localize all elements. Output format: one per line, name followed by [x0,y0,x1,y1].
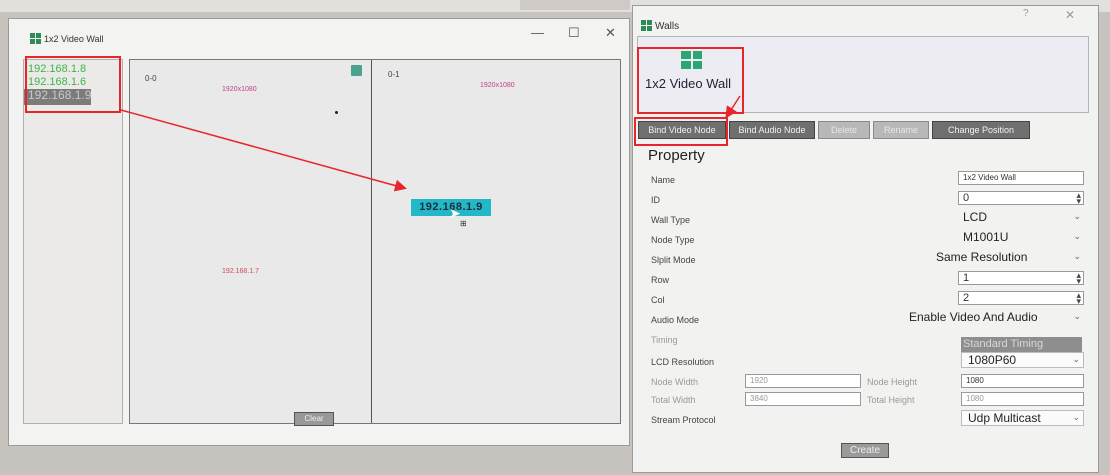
close-icon[interactable]: ✕ [605,25,616,41]
cell-id-label: 0-0 [145,74,157,83]
delete-button[interactable]: Delete [818,121,870,139]
name-label: Name [651,175,676,185]
close-icon[interactable]: ✕ [1065,8,1075,22]
total-width-label: Total Width [651,395,696,405]
property-heading: Property [648,147,705,164]
split-mode-label: Slplit Mode [651,255,696,265]
total-height-label: Total Height [867,395,915,405]
col-label: Col [651,295,665,305]
drag-copy-icon: ⊞ [460,219,467,228]
timing-label: Timing [651,335,678,345]
id-field[interactable]: 0 ▴ ▾ [958,191,1084,205]
audio-mode-value: Enable Video And Audio [909,310,1038,324]
annotation-rect-bind-button [634,117,728,146]
cursor-dot [335,111,338,114]
cell-divider [371,60,372,423]
desktop-bar [520,0,630,10]
app-grid-icon [30,33,41,44]
audio-mode-label: Audio Mode [651,315,700,325]
split-mode-select[interactable]: Same Resolution ⌄ [936,250,1084,266]
node-width-label: Node Width [651,377,699,387]
maximize-icon[interactable]: ☐ [568,25,580,41]
col-field[interactable]: 2 ▴ ▾ [958,291,1084,305]
annotation-rect-ip-list [25,56,121,113]
title-bar: 1x2 Video Wall — ☐ ✕ [9,19,629,53]
spinner-icon[interactable]: ▴ ▾ [1076,292,1081,304]
lcd-resolution-value: 1080P60 [968,353,1017,367]
wall-layout-canvas[interactable]: 0-0 1920x1080 192.168.1.7 0-1 1920x1080 … [129,59,621,424]
chevron-down-icon: ⌄ [1073,311,1081,321]
total-width-field: 3840 [745,392,861,406]
wall-type-value: LCD [963,210,988,224]
chevron-down-icon: ⌄ [1072,412,1080,422]
id-value: 0 [963,192,970,204]
chevron-down-icon: ⌄ [1073,251,1081,261]
lcd-resolution-select[interactable]: 1080P60 ⌄ [961,352,1084,368]
create-button[interactable]: Create [841,443,889,458]
minimize-icon[interactable]: — [531,25,544,40]
row-value: 1 [963,272,970,284]
id-label: ID [651,195,660,205]
node-height-field[interactable]: 1080 [961,374,1084,388]
split-mode-value: Same Resolution [936,250,1028,264]
lcd-resolution-label: LCD Resolution [651,357,715,367]
chevron-down-icon: ⌄ [1073,211,1081,221]
node-type-value: M1001U [963,230,1009,244]
chevron-down-icon: ⌄ [1073,231,1081,241]
name-field[interactable]: 1x2 Video Wall [958,171,1084,185]
clear-button[interactable]: Clear [294,412,334,426]
cursor-icon: ➤ [449,205,461,221]
wall-type-select[interactable]: LCD ⌄ [963,210,1084,226]
rename-button[interactable]: Rename [873,121,929,139]
node-width-field: 1920 [745,374,861,388]
row-field[interactable]: 1 ▴ ▾ [958,271,1084,285]
bind-audio-node-button[interactable]: Bind Audio Node [729,121,815,139]
cell-resolution-label: 1920x1080 [222,86,257,93]
stream-protocol-value: Udp Multicast [968,411,1041,425]
app-grid-icon [641,20,652,31]
stream-protocol-select[interactable]: Udp Multicast ⌄ [961,410,1084,426]
node-ip-list: 192.168.1.8 192.168.1.6 192.168.1.9 [23,59,123,424]
cell-resolution-label: 1920x1080 [480,82,515,89]
node-marker-icon [351,65,362,76]
window-title: Walls [655,21,680,32]
help-icon[interactable]: ? [1023,8,1029,19]
wall-type-label: Wall Type [651,215,691,225]
node-type-select[interactable]: M1001U ⌄ [963,230,1084,246]
node-height-label: Node Height [867,377,918,387]
spinner-icon[interactable]: ▴ ▾ [1076,192,1081,204]
chevron-down-icon: ⌄ [1072,354,1080,364]
annotation-rect-wall [637,47,744,114]
timing-select: Standard Timing [961,337,1082,352]
spinner-icon[interactable]: ▴ ▾ [1076,272,1081,284]
row-label: Row [651,275,670,285]
stream-protocol-label: Stream Protocol [651,415,716,425]
change-position-button[interactable]: Change Position [932,121,1030,139]
cell-id-label: 0-1 [388,70,400,79]
audio-mode-select[interactable]: Enable Video And Audio ⌄ [909,310,1084,326]
window-title: 1x2 Video Wall [44,34,104,44]
col-value: 2 [963,292,970,304]
bound-node-ip: 192.168.1.7 [222,268,259,275]
node-type-label: Node Type [651,235,695,245]
total-height-field: 1080 [961,392,1084,406]
